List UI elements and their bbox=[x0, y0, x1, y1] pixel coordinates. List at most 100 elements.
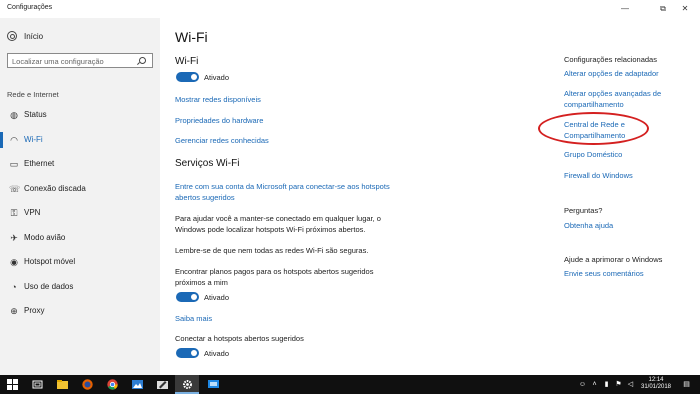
homegroup-link[interactable]: Grupo Doméstico bbox=[564, 149, 622, 160]
settings-button[interactable] bbox=[175, 375, 199, 394]
sidebar-item-status[interactable]: ◍ Status bbox=[0, 105, 160, 129]
advanced-sharing-line1: Alterar opções avançadas de bbox=[564, 89, 662, 98]
notifications-icon[interactable]: ▤ bbox=[682, 380, 691, 389]
globe-icon: ◍ bbox=[10, 110, 18, 120]
active-indicator bbox=[0, 131, 3, 148]
connect-suggested-toggle-label: Ativado bbox=[204, 349, 230, 358]
hardware-properties-link[interactable]: Propriedades do hardware bbox=[175, 115, 263, 126]
page-title: Wi-Fi bbox=[175, 29, 208, 45]
related-settings-panel: Configurações relacionadas Alterar opçõe… bbox=[564, 18, 694, 375]
volume-icon[interactable]: ◁ bbox=[626, 380, 635, 389]
paid-plans-toggle-label: Ativado bbox=[204, 293, 230, 302]
improve-windows-heading: Ajude a aprimorar o Windows bbox=[564, 255, 663, 264]
hotspot-icon: ◉ bbox=[10, 257, 18, 267]
microsoft-account-link[interactable]: Entre com sua conta da Microsoft para co… bbox=[175, 181, 390, 203]
sidebar-item-modo-avi-o[interactable]: ✈ Modo avião bbox=[0, 228, 160, 252]
wifi-icon: ◠ bbox=[10, 134, 18, 145]
sidebar-section-label: Rede e Internet bbox=[7, 90, 59, 99]
sidebar-item-label: Conexão discada bbox=[24, 183, 86, 193]
send-feedback-link[interactable]: Envie seus comentários bbox=[564, 268, 644, 279]
advanced-sharing-link[interactable]: Alterar opções avançadas de compartilham… bbox=[564, 88, 661, 110]
photos-button[interactable] bbox=[125, 375, 149, 394]
network-icon[interactable]: ▮ bbox=[602, 380, 611, 389]
wifi-toggle[interactable] bbox=[176, 72, 199, 82]
pen-icon bbox=[157, 381, 168, 389]
show-networks-link[interactable]: Mostrar redes disponíveis bbox=[175, 94, 261, 105]
people-icon[interactable]: ☺ bbox=[578, 380, 587, 389]
questions-heading: Perguntas? bbox=[564, 206, 603, 215]
sidebar-item-hotspot-m-vel[interactable]: ◉ Hotspot móvel bbox=[0, 252, 160, 276]
settings-icon bbox=[183, 380, 192, 389]
dialup-icon: ☏ bbox=[9, 183, 21, 194]
adapter-options-link[interactable]: Alterar opções de adaptador bbox=[564, 68, 659, 79]
clock[interactable]: 12:14 31/01/2018 bbox=[636, 377, 676, 391]
search-icon[interactable] bbox=[139, 57, 146, 64]
chevron-up-icon[interactable]: ˄ bbox=[590, 380, 599, 389]
sidebar-item-vpn[interactable]: ⚿ VPN bbox=[0, 203, 160, 227]
title-bar: Configurações — ⧉ ✕ bbox=[0, 0, 700, 18]
connect-suggested-toggle[interactable] bbox=[176, 348, 199, 358]
connect-suggested-label: Conectar a hotspots abertos sugeridos bbox=[175, 334, 304, 343]
search-input[interactable]: Localizar uma configuração bbox=[7, 53, 153, 68]
task-view-button[interactable] bbox=[25, 375, 49, 394]
sidebar-item-label: Wi-Fi bbox=[24, 134, 43, 144]
taskbar: ☺ ˄ ▮ ⚑ ◁ 12:14 31/01/2018 ▤ bbox=[0, 375, 700, 394]
learn-more-link[interactable]: Saiba mais bbox=[175, 313, 212, 324]
clock-time: 12:14 bbox=[648, 377, 664, 383]
help-text-line1: Para ajudar você a manter-se conectado e… bbox=[175, 214, 381, 223]
sidebar-item-conex-o-discada[interactable]: ☏ Conexão discada bbox=[0, 179, 160, 203]
sidebar-item-label: VPN bbox=[24, 208, 41, 217]
search-placeholder: Localizar uma configuração bbox=[12, 57, 104, 66]
start-button[interactable] bbox=[0, 375, 24, 394]
paid-plans-label: Encontrar planos pagos para os hotspots … bbox=[175, 266, 373, 288]
help-text-line2: Windows pode localizar hotspots Wi-Fi pr… bbox=[175, 225, 366, 234]
data-usage-icon: ◔ bbox=[11, 281, 17, 292]
sidebar-item-ethernet[interactable]: ▭ Ethernet bbox=[0, 154, 160, 178]
sidebar: Início Localizar uma configuração Rede e… bbox=[0, 18, 160, 375]
microsoft-account-link-line1: Entre com sua conta da Microsoft para co… bbox=[175, 182, 390, 191]
manage-known-networks-link[interactable]: Gerenciar redes conhecidas bbox=[175, 135, 269, 146]
remote-desktop-button[interactable] bbox=[201, 375, 225, 394]
help-text: Para ajudar você a manter-se conectado e… bbox=[175, 213, 381, 235]
chrome-button[interactable] bbox=[100, 375, 124, 394]
notes-button[interactable] bbox=[150, 375, 174, 394]
task-view-icon bbox=[32, 380, 43, 389]
remote-desktop-icon bbox=[208, 380, 219, 388]
wifi-toggle-label: Ativado bbox=[204, 73, 230, 82]
sidebar-item-label: Status bbox=[24, 110, 47, 119]
firefox-button[interactable] bbox=[75, 375, 99, 394]
sidebar-item-wi-fi[interactable]: ◠ Wi-Fi bbox=[0, 130, 160, 154]
sidebar-item-proxy[interactable]: ⊕ Proxy bbox=[0, 301, 160, 325]
related-settings-heading: Configurações relacionadas bbox=[564, 55, 657, 64]
start-icon bbox=[7, 379, 18, 390]
firefox-icon bbox=[82, 379, 93, 390]
clock-date: 31/01/2018 bbox=[640, 384, 672, 390]
file-explorer-icon bbox=[57, 380, 68, 389]
close-button[interactable]: ✕ bbox=[670, 0, 700, 17]
main-content: Wi-Fi Wi-Fi Ativado Mostrar redes dispon… bbox=[175, 18, 545, 375]
annotation-ellipse bbox=[538, 112, 649, 145]
wifi-services-heading: Serviços Wi-Fi bbox=[175, 158, 240, 169]
windows-firewall-link[interactable]: Firewall do Windows bbox=[564, 170, 633, 181]
sidebar-item-uso-de-dados[interactable]: ◔ Uso de dados bbox=[0, 277, 160, 301]
proxy-icon: ⊕ bbox=[10, 306, 18, 316]
get-help-link[interactable]: Obtenha ajuda bbox=[564, 220, 613, 231]
flag-icon[interactable]: ⚑ bbox=[614, 380, 623, 389]
ethernet-icon: ▭ bbox=[9, 159, 19, 169]
wifi-heading: Wi-Fi bbox=[175, 56, 199, 67]
photos-icon bbox=[132, 380, 143, 389]
microsoft-account-link-line2: abertos sugeridos bbox=[175, 193, 235, 202]
sidebar-item-label: Hotspot móvel bbox=[24, 257, 76, 266]
airplane-icon: ✈ bbox=[10, 232, 18, 243]
sidebar-item-home[interactable]: Início bbox=[7, 31, 157, 45]
advanced-sharing-line2: compartilhamento bbox=[564, 100, 624, 109]
paid-plans-toggle[interactable] bbox=[176, 292, 199, 302]
paid-plans-line1: Encontrar planos pagos para os hotspots … bbox=[175, 267, 374, 276]
vpn-icon: ⚿ bbox=[10, 208, 18, 218]
window-title: Configurações bbox=[7, 4, 53, 11]
file-explorer-button[interactable] bbox=[50, 375, 74, 394]
paid-plans-line2: próximos a mim bbox=[175, 278, 228, 287]
sidebar-item-label: Uso de dados bbox=[24, 281, 74, 291]
minimize-button[interactable]: — bbox=[610, 0, 640, 17]
security-reminder-text: Lembre-se de que nem todas as redes Wi-F… bbox=[175, 246, 369, 255]
